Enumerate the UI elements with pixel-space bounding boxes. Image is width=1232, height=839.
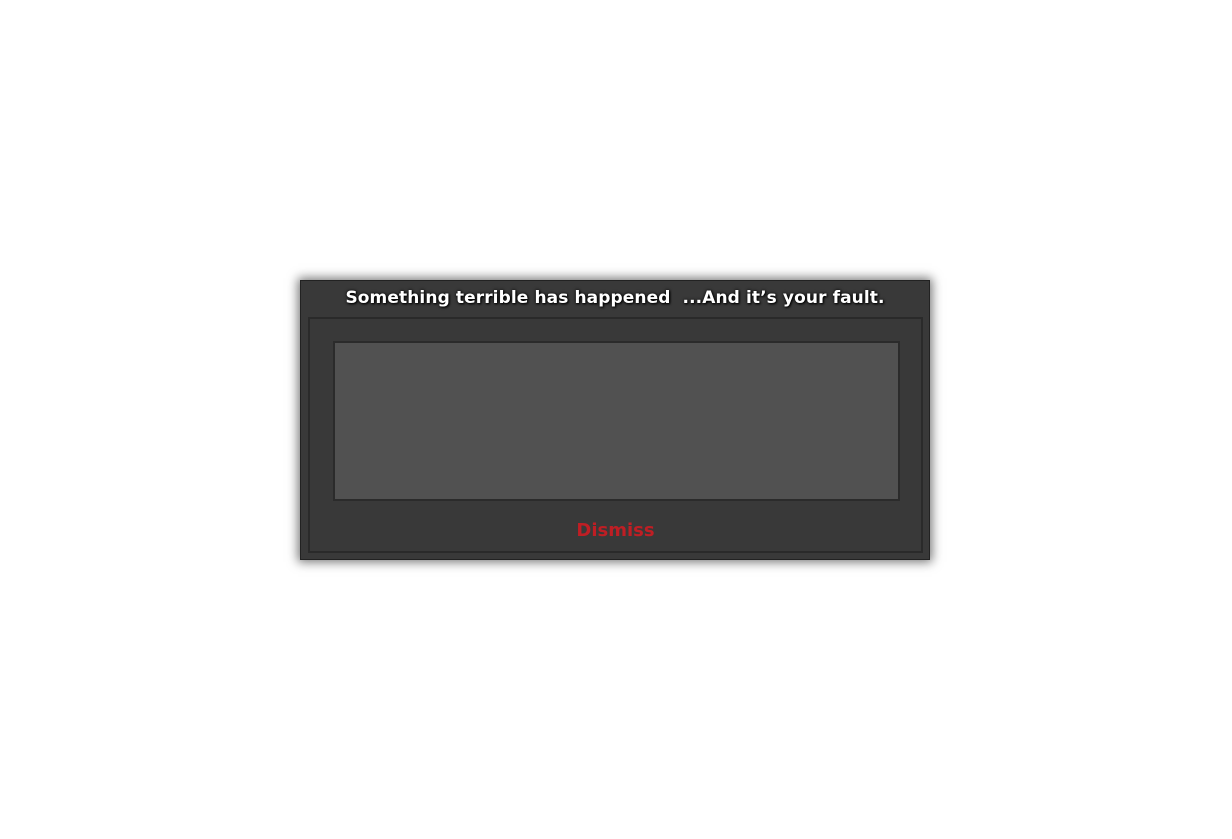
- message-area: [333, 341, 900, 501]
- error-dialog: Something terrible has happened ...And i…: [300, 280, 930, 560]
- dialog-title: Something terrible has happened ...And i…: [345, 288, 885, 308]
- dismiss-button[interactable]: Dismiss: [310, 520, 921, 541]
- dialog-body: Dismiss: [308, 317, 923, 553]
